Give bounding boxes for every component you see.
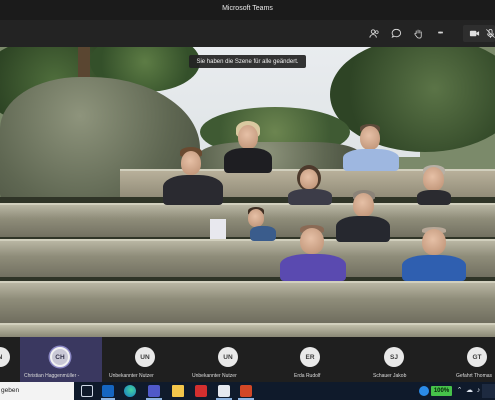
participant-tile[interactable]: N [0,337,18,382]
avatar: GT [467,347,487,367]
powerpoint-icon[interactable] [240,385,252,397]
participant-name: Unbekannter Nutzer [109,373,154,379]
edge-icon[interactable] [124,385,136,397]
bench-row-5 [0,323,495,337]
chat-icon[interactable] [389,26,403,40]
bench-row-4 [0,281,495,323]
app-icon[interactable] [218,385,230,397]
outlook-icon[interactable] [102,385,114,397]
notification-icon[interactable] [482,384,495,398]
meeting-toolbar: ••• [0,20,495,47]
avatar: ER [300,347,320,367]
windows-taskbar: geben 100% ⌃ ☁ ♪ [0,382,495,400]
participant-strip: N CH Christian Haggenmüller - UN Unbekan… [0,337,495,382]
avatar: UN [135,347,155,367]
avatar: SJ [384,347,404,367]
participant-tile[interactable]: ER Erda Rudolf [270,337,350,382]
task-view-icon[interactable] [81,385,93,397]
together-mode-stage: Sie haben die Szene für alle geändert. [0,47,495,337]
participant-name: Christian Haggenmüller - [24,373,80,379]
participant-name: Gefahrt Thomas [456,373,493,379]
file-explorer-icon[interactable] [172,385,184,397]
avatar: N [0,347,10,367]
scene-changed-notification: Sie haben die Szene für alle geändert. [189,55,306,68]
avatar: UN [218,347,238,367]
participant-tile[interactable]: CH Christian Haggenmüller - [20,337,102,382]
participant-video [285,165,335,205]
participant-video [222,121,274,173]
participant-name: Schauer Jakob [373,373,407,379]
participant-video [278,225,348,281]
window-title: Microsoft Teams [222,5,273,12]
avatar: CH [50,347,70,367]
participant-tile[interactable]: UN Unbekannter Nutzer [188,337,268,382]
teams-icon[interactable] [148,385,160,397]
participant-video [160,147,225,205]
participant-name: Erda Rudolf [294,373,321,379]
taskbar-search-input[interactable]: geben [0,382,74,400]
participant-name: Unbekannter Nutzer [192,373,237,379]
chevron-up-icon[interactable]: ⌃ [455,386,464,395]
battery-indicator[interactable]: 100% [431,386,452,396]
people-icon[interactable] [367,26,381,40]
participant-tile[interactable]: SJ Schauer Jakob [353,337,435,382]
participant-video [400,227,468,281]
cloud-icon[interactable]: ☁ [465,386,474,395]
mic-off-icon[interactable] [483,26,495,40]
participant-video [415,165,453,205]
network-status-icon[interactable] [419,386,429,396]
more-icon[interactable]: ••• [433,26,447,40]
title-bar: Microsoft Teams [0,0,495,20]
participant-tile[interactable]: GT Gefahrt Thomas [437,337,495,382]
participant-video [341,124,401,171]
participant-video [210,207,276,241]
acrobat-icon[interactable] [195,385,207,397]
participant-tile[interactable]: UN Unbekannter Nutzer [105,337,185,382]
camera-icon[interactable] [467,26,481,40]
raise-hand-icon[interactable] [411,26,425,40]
